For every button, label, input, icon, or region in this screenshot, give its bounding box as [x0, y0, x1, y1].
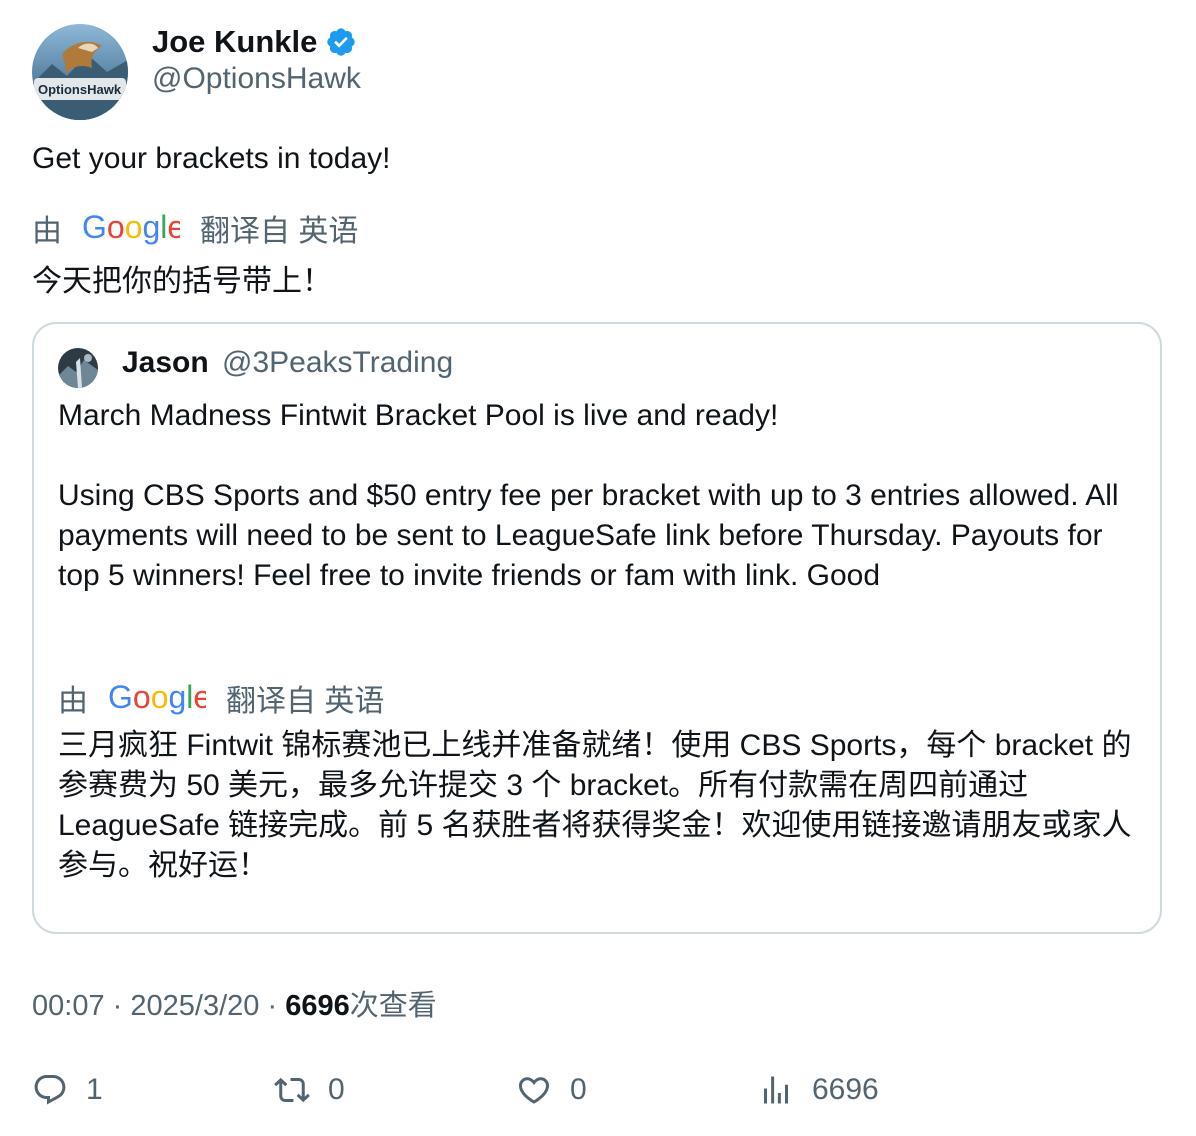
quote-text-paragraph-2: Using CBS Sports and $50 entry fee per b… [58, 479, 1119, 592]
translation-attribution[interactable]: 由 Google 翻译自 英语 [32, 206, 358, 250]
author-handle[interactable]: @OptionsHawk [152, 62, 361, 96]
retweet-count: 0 [328, 1073, 345, 1106]
views-icon [764, 1076, 788, 1104]
views-count: 6696 [285, 990, 350, 1022]
tweet-text: Get your brackets in today! [32, 142, 391, 175]
reply-count: 1 [86, 1073, 103, 1106]
quote-tweet-card[interactable]: Jason @3PeaksTrading March Madness Fintw… [32, 322, 1162, 934]
meta-separator: · [267, 990, 278, 1022]
author-avatar[interactable]: OptionsHawk [32, 24, 128, 120]
google-logo: Google [82, 211, 180, 245]
avatar-image: OptionsHawk [32, 24, 128, 120]
reply-icon [34, 1075, 66, 1105]
tweet: OptionsHawk Joe Kunkle @OptionsHawk Get … [0, 0, 1196, 1136]
quote-author-name: Jason [122, 346, 209, 379]
retweet-icon [274, 1077, 310, 1103]
translation-prefix: 由 [32, 215, 62, 248]
quote-avatar-image [58, 348, 98, 388]
action-bar: 1 0 0 6696 [32, 1068, 1162, 1112]
retweet-button[interactable]: 0 [274, 1068, 345, 1112]
views-button[interactable]: 6696 [758, 1068, 879, 1112]
author-name[interactable]: Joe Kunkle [152, 24, 317, 60]
author-name-row: Joe Kunkle [152, 22, 357, 62]
google-logo: Google [108, 681, 206, 715]
quote-author-avatar[interactable] [58, 348, 98, 388]
reply-button[interactable]: 1 [32, 1068, 103, 1112]
quote-text: March Madness Fintwit Bracket Pool is li… [58, 396, 1138, 596]
avatar-logo-text: OptionsHawk [38, 82, 122, 97]
quote-translation-prefix: 由 [58, 685, 88, 718]
svg-text:Google: Google [82, 211, 180, 245]
views-label: 次查看 [349, 990, 437, 1022]
meta-separator: · [112, 990, 123, 1022]
quote-translation-attribution[interactable]: 由 Google 翻译自 英语 [58, 676, 384, 720]
tweet-meta: 00:07 · 2025/3/20 · 6696次查看 [32, 982, 437, 1024]
quote-translated-text: 三月疯狂 Fintwit 锦标赛池已上线并准备就绪！使用 CBS Sports，… [58, 729, 1132, 882]
tweet-date[interactable]: 2025/3/20 [130, 990, 259, 1022]
views-action-count: 6696 [812, 1073, 879, 1106]
like-count: 0 [570, 1073, 587, 1106]
verified-badge-icon [327, 28, 356, 56]
translation-suffix: 翻译自 英语 [200, 215, 359, 248]
quote-translation-suffix: 翻译自 英语 [226, 685, 385, 718]
svg-text:Google: Google [108, 681, 206, 715]
quote-author-handle: @3PeaksTrading [222, 346, 454, 379]
like-button[interactable]: 0 [516, 1068, 587, 1112]
tweet-time[interactable]: 00:07 [32, 990, 105, 1022]
translated-tweet-text: 今天把你的括号带上！ [32, 265, 332, 298]
like-icon [518, 1077, 550, 1104]
quote-text-line-1: March Madness Fintwit Bracket Pool is li… [58, 399, 779, 432]
